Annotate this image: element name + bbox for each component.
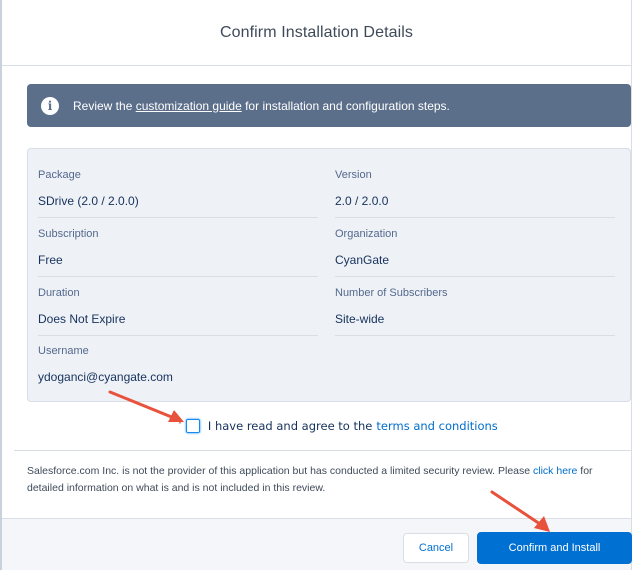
confirm-and-install-button[interactable]: Confirm and Install xyxy=(477,532,632,564)
modal-header: Confirm Installation Details xyxy=(2,0,631,66)
duration-label: Duration xyxy=(38,287,80,299)
modal-footer: Cancel Confirm and Install xyxy=(2,518,632,570)
security-disclaimer: Salesforce.com Inc. is not the provider … xyxy=(27,465,593,494)
modal-title: Confirm Installation Details xyxy=(219,23,414,41)
package-details-panel: Package SDrive (2.0 / 2.0.0) Version 2.0… xyxy=(27,148,631,402)
organization-value: CyanGate xyxy=(335,253,615,277)
field-version: Version 2.0 / 2.0.0 xyxy=(335,169,615,218)
divider xyxy=(14,450,632,451)
agree-terms-checkbox[interactable] xyxy=(185,419,200,433)
organization-label: Organization xyxy=(335,228,398,240)
subscribers-value: Site-wide xyxy=(335,312,615,336)
required-marker: * xyxy=(178,418,182,430)
username-value: ydoganci@cyangate.com xyxy=(38,370,173,384)
subscription-label: Subscription xyxy=(38,228,99,240)
info-banner: i Review the customization guide for ins… xyxy=(27,84,631,127)
field-subscription: Subscription Free xyxy=(38,228,318,277)
customization-guide-link[interactable]: customization guide xyxy=(136,99,242,113)
field-duration: Duration Does Not Expire xyxy=(38,287,318,336)
info-icon: i xyxy=(41,96,59,115)
terms-and-conditions-link[interactable]: terms and conditions xyxy=(376,419,497,433)
field-organization: Organization CyanGate xyxy=(335,228,615,277)
username-label: Username xyxy=(38,345,89,357)
install-modal: Confirm Installation Details i Review th… xyxy=(0,0,632,570)
agree-text: I have read and agree to the xyxy=(207,419,373,433)
terms-agreement-row: * I have read and agree to the terms and… xyxy=(178,417,498,435)
subscribers-label: Number of Subscribers xyxy=(335,287,448,299)
cancel-button[interactable]: Cancel xyxy=(403,533,469,563)
version-value: 2.0 / 2.0.0 xyxy=(335,194,615,218)
package-label: Package xyxy=(38,169,81,181)
duration-value: Does Not Expire xyxy=(38,312,318,336)
field-package: Package SDrive (2.0 / 2.0.0) xyxy=(38,169,318,218)
subscription-value: Free xyxy=(38,253,318,277)
field-subscribers: Number of Subscribers Site-wide xyxy=(335,287,615,336)
security-review-link[interactable]: click here xyxy=(533,465,577,477)
banner-text: Review the customization guide for insta… xyxy=(73,98,450,113)
field-username: Username ydoganci@cyangate.com xyxy=(38,345,318,393)
package-value: SDrive (2.0 / 2.0.0) xyxy=(38,194,318,218)
version-label: Version xyxy=(335,169,372,181)
